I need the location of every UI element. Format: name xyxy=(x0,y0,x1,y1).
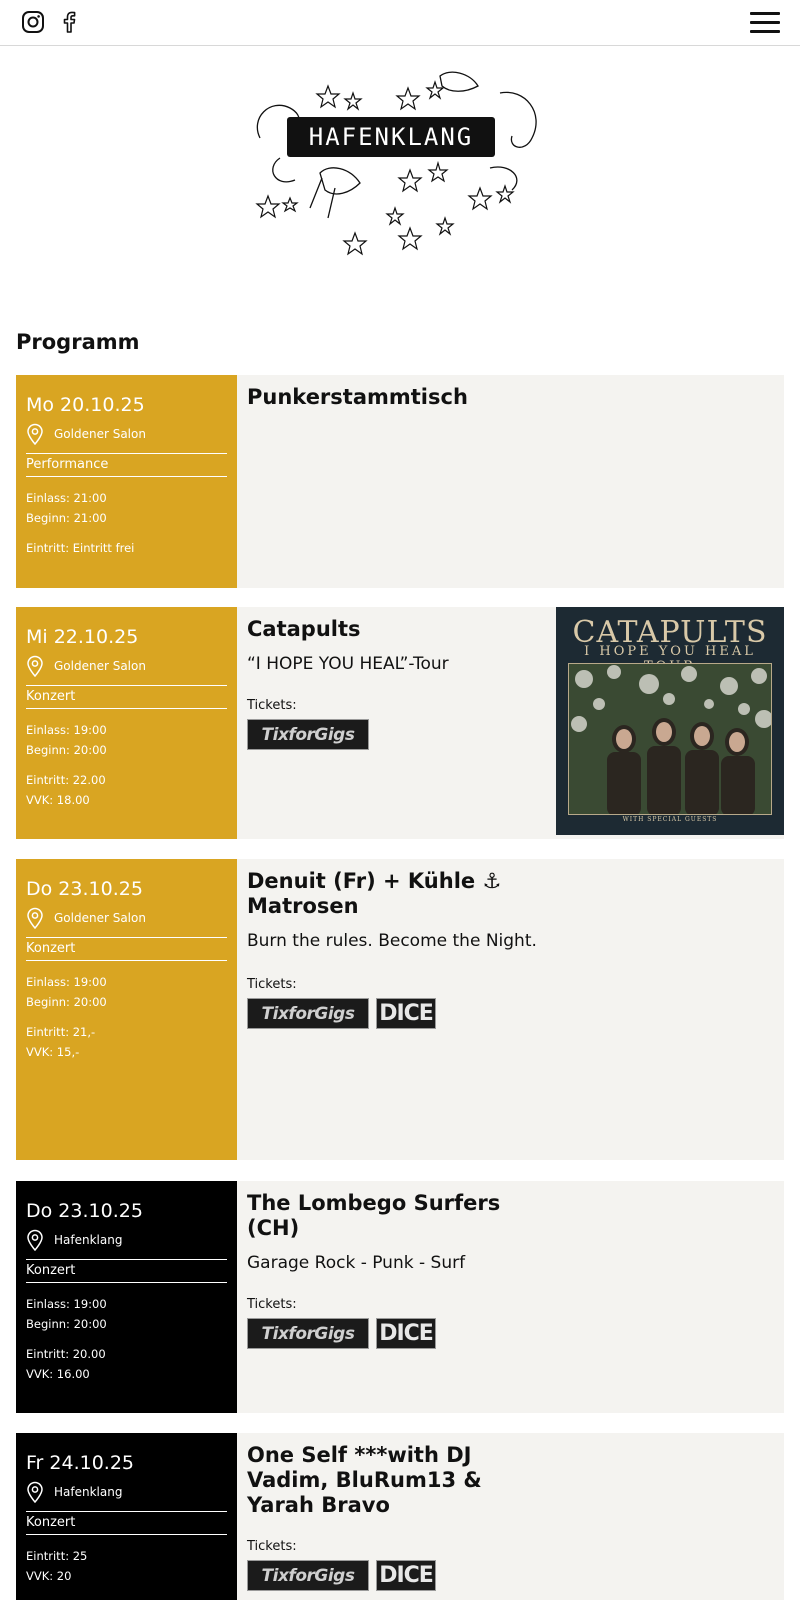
event-title[interactable]: The Lombego Surfers (CH) xyxy=(247,1191,547,1241)
event-title[interactable]: Catapults xyxy=(247,617,547,642)
event-date: Do 23.10.25 xyxy=(26,1200,143,1222)
band-photo xyxy=(568,663,772,815)
event-date: Mi 22.10.25 xyxy=(26,626,139,648)
event-einlass: Einlass: 19:00 xyxy=(26,1297,107,1311)
event-subtitle: Burn the rules. Become the Night. xyxy=(247,931,537,951)
event-price: Eintritt: 20.00 xyxy=(26,1347,106,1361)
facebook-icon[interactable] xyxy=(57,10,81,34)
event-venue-label: Goldener Salon xyxy=(54,427,146,441)
dice-button[interactable]: DICE xyxy=(376,1560,436,1591)
event-venue: Hafenklang xyxy=(26,1481,227,1503)
event-entry: Eintritt: 25 VVK: 20 xyxy=(26,1547,227,1586)
event-card[interactable]: Mo 20.10.25 Goldener Salon Performance E… xyxy=(16,375,784,588)
location-pin-icon xyxy=(27,907,43,929)
event-venue-label: Goldener Salon xyxy=(54,659,146,673)
event-title[interactable]: One Self ***with DJ Vadim, BluRum13 & Ya… xyxy=(247,1443,547,1518)
event-card[interactable]: Fr 24.10.25 Hafenklang Konzert Eintritt:… xyxy=(16,1433,784,1600)
hafenklang-logo[interactable]: HAFENKLANG xyxy=(250,68,550,258)
event-info-panel: Do 23.10.25 Hafenklang Konzert Einlass: … xyxy=(16,1181,237,1413)
tickets-label: Tickets: xyxy=(247,977,297,992)
event-presale-price: VVK: 16.00 xyxy=(26,1366,90,1381)
tixforgigs-button[interactable]: TixforGigs xyxy=(247,1560,369,1591)
event-times: Einlass: 19:00 Beginn: 20:00 xyxy=(26,1295,227,1334)
tickets-label: Tickets: xyxy=(247,698,297,713)
event-date: Do 23.10.25 xyxy=(26,878,143,900)
event-card[interactable]: Do 23.10.25 Hafenklang Konzert Einlass: … xyxy=(16,1181,784,1413)
event-presale-price: VVK: 15,- xyxy=(26,1044,80,1059)
event-price: Eintritt: 21,- xyxy=(26,1025,96,1039)
event-poster[interactable]: CATAPULTS I HOPE YOU HEAL TOUR xyxy=(556,607,784,835)
event-beginn: Beginn: 20:00 xyxy=(26,1316,107,1331)
event-entry: Eintritt: Eintritt frei xyxy=(26,539,227,559)
event-info-panel: Do 23.10.25 Goldener Salon Konzert Einla… xyxy=(16,859,237,1160)
event-times: Einlass: 19:00 Beginn: 20:00 xyxy=(26,721,227,760)
event-main: One Self ***with DJ Vadim, BluRum13 & Ya… xyxy=(247,1443,567,1591)
event-venue: Hafenklang xyxy=(26,1229,227,1251)
event-venue: Goldener Salon xyxy=(26,655,227,677)
event-venue: Goldener Salon xyxy=(26,907,227,929)
event-price: Eintritt: 25 xyxy=(26,1549,88,1563)
event-venue-label: Goldener Salon xyxy=(54,911,146,925)
instagram-icon[interactable] xyxy=(21,10,45,34)
event-beginn: Beginn: 21:00 xyxy=(26,510,107,525)
event-entry: Eintritt: 21,- VVK: 15,- xyxy=(26,1023,227,1062)
event-price: Eintritt: Eintritt frei xyxy=(26,541,135,555)
event-category: Konzert xyxy=(26,937,227,961)
event-einlass: Einlass: 19:00 xyxy=(26,723,107,737)
event-date: Fr 24.10.25 xyxy=(26,1452,135,1474)
event-entry: Eintritt: 20.00 VVK: 16.00 xyxy=(26,1345,227,1384)
event-info-panel: Mo 20.10.25 Goldener Salon Performance E… xyxy=(16,375,237,588)
page-title: Programm xyxy=(16,330,140,354)
event-info-panel: Fr 24.10.25 Hafenklang Konzert Eintritt:… xyxy=(16,1433,237,1600)
event-times: Einlass: 19:00 Beginn: 20:00 xyxy=(26,973,227,1012)
tixforgigs-button[interactable]: TixforGigs xyxy=(247,1318,369,1349)
event-subtitle: Garage Rock - Punk - Surf xyxy=(247,1253,466,1273)
event-title[interactable]: Denuit (Fr) + Kühle ⚓ Matrosen xyxy=(247,869,507,919)
event-venue-label: Hafenklang xyxy=(54,1485,123,1499)
tixforgigs-button[interactable]: TixforGigs xyxy=(247,719,369,750)
event-entry: Eintritt: 22.00 VVK: 18.00 xyxy=(26,771,227,810)
event-main: Punkerstammtisch xyxy=(247,385,547,410)
event-main: The Lombego Surfers (CH) Garage Rock - P… xyxy=(247,1191,547,1349)
event-venue-label: Hafenklang xyxy=(54,1233,123,1247)
event-beginn: Beginn: 20:00 xyxy=(26,994,107,1009)
event-title[interactable]: Punkerstammtisch xyxy=(247,385,547,410)
event-main: Catapults “I HOPE YOU HEAL”-Tour Tickets… xyxy=(247,617,547,750)
event-presale-price: VVK: 18.00 xyxy=(26,792,90,807)
event-price: Eintritt: 22.00 xyxy=(26,773,106,787)
tickets-label: Tickets: xyxy=(247,1539,297,1554)
event-einlass: Einlass: 19:00 xyxy=(26,975,107,989)
location-pin-icon xyxy=(27,1229,43,1251)
event-main: Denuit (Fr) + Kühle ⚓ Matrosen Burn the … xyxy=(247,869,567,1029)
location-pin-icon xyxy=(27,655,43,677)
event-date: Mo 20.10.25 xyxy=(26,394,145,416)
dice-button[interactable]: DICE xyxy=(376,998,436,1029)
event-category: Konzert xyxy=(26,1511,227,1535)
event-presale-price: VVK: 20 xyxy=(26,1568,72,1583)
event-info-panel: Mi 22.10.25 Goldener Salon Konzert Einla… xyxy=(16,607,237,839)
event-category: Performance xyxy=(26,453,227,477)
top-bar xyxy=(0,0,800,46)
event-card[interactable]: Mi 22.10.25 Goldener Salon Konzert Einla… xyxy=(16,607,784,839)
dice-button[interactable]: DICE xyxy=(376,1318,436,1349)
hamburger-menu-icon[interactable] xyxy=(750,12,780,34)
event-venue: Goldener Salon xyxy=(26,423,227,445)
event-category: Konzert xyxy=(26,685,227,709)
svg-text:HAFENKLANG: HAFENKLANG xyxy=(309,123,474,151)
event-category: Konzert xyxy=(26,1259,227,1283)
tickets-label: Tickets: xyxy=(247,1297,297,1312)
event-beginn: Beginn: 20:00 xyxy=(26,742,107,757)
event-card[interactable]: Do 23.10.25 Goldener Salon Konzert Einla… xyxy=(16,859,784,1160)
event-subtitle: “I HOPE YOU HEAL”-Tour xyxy=(247,654,449,674)
location-pin-icon xyxy=(27,423,43,445)
tixforgigs-button[interactable]: TixforGigs xyxy=(247,998,369,1029)
event-times: Einlass: 21:00 Beginn: 21:00 xyxy=(26,489,227,528)
event-einlass: Einlass: 21:00 xyxy=(26,491,107,505)
location-pin-icon xyxy=(27,1481,43,1503)
poster-footer: WITH SPECIAL GUESTS xyxy=(622,816,718,823)
